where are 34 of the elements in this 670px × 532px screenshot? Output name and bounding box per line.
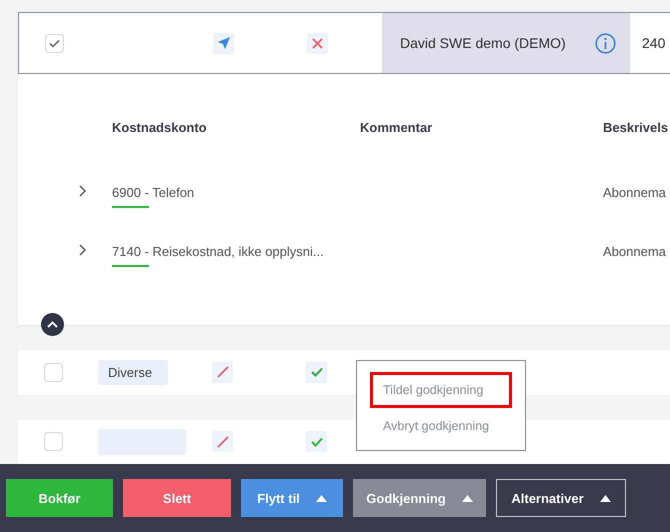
column-header: Kostnadskonto	[112, 120, 208, 135]
post-button[interactable]: Bokfør	[6, 479, 113, 517]
description-text: Abonnema	[603, 185, 667, 202]
checkbox[interactable]	[45, 34, 64, 52]
chevron-right-icon[interactable]	[78, 244, 86, 256]
account-text: 6900 - Telefon	[112, 185, 196, 200]
info-icon[interactable]	[595, 32, 616, 54]
chevron-up-icon	[47, 321, 58, 328]
move-button[interactable]: Flytt til	[241, 479, 343, 517]
send-icon[interactable]	[213, 32, 234, 54]
checkmark-icon[interactable]	[306, 362, 327, 383]
pen-icon[interactable]	[212, 362, 233, 383]
status-underline	[112, 265, 149, 267]
supplier-name: David SWE demo (DEMO)	[400, 35, 566, 51]
amount: 240	[642, 35, 666, 51]
collapse-button[interactable]	[41, 313, 64, 336]
checkmark-icon[interactable]	[306, 431, 327, 452]
account-text: 7140 - Reisekostnad, ikke opplysni...	[112, 244, 325, 259]
category-tag: Diverse	[98, 360, 168, 385]
checkbox[interactable]	[44, 362, 63, 382]
approval-button[interactable]: Godkjenning	[353, 479, 486, 517]
menu-item[interactable]: Tildel godkjenning	[370, 372, 512, 408]
column-header: Kommentar	[360, 120, 434, 135]
menu-item[interactable]: Avbryt godkjenning	[370, 408, 512, 444]
chevron-right-icon[interactable]	[78, 185, 86, 197]
column-header: Beskrivels	[603, 120, 670, 135]
delete-button[interactable]: Slett	[123, 479, 231, 517]
options-button[interactable]: Alternativer	[496, 479, 626, 517]
status-underline	[112, 206, 149, 208]
checkbox[interactable]	[44, 432, 63, 452]
close-icon[interactable]	[307, 32, 328, 54]
pen-icon[interactable]	[212, 431, 233, 452]
checkmark-icon	[49, 38, 60, 48]
description-text: Abonnema	[603, 244, 667, 261]
